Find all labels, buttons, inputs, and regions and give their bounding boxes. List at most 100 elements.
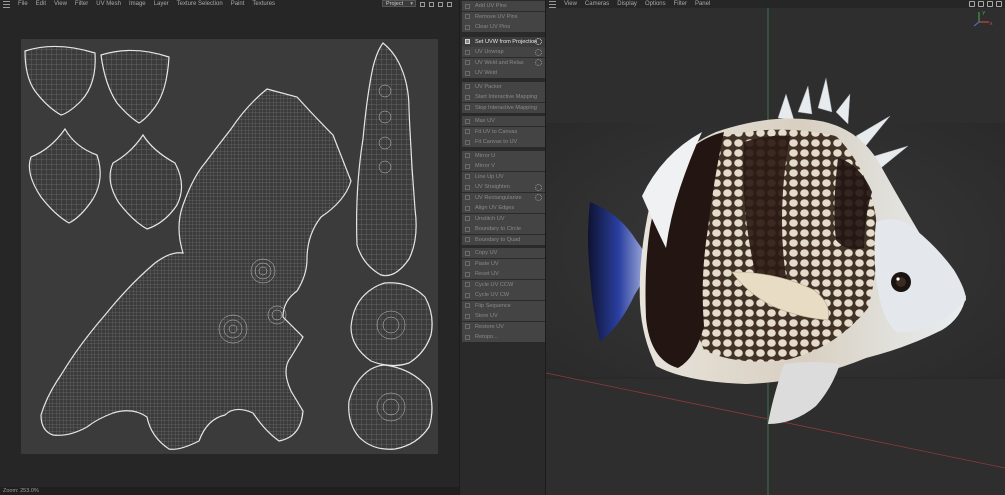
command-label: UV Rectangularize [475,194,522,201]
command-set-uvw-from-projection[interactable]: Set UVW from Projection [462,36,545,47]
menu-image[interactable]: Image [125,0,150,8]
command-boundary-to-circle[interactable]: Boundary to Circle [462,224,545,234]
command-icon [465,70,470,76]
command-label: Line Up UV [475,173,504,180]
command-icon [465,205,470,211]
move-view-icon[interactable] [969,1,975,7]
uv-island [40,88,352,450]
lock-icon[interactable] [438,1,443,7]
viewport-menu-cameras[interactable]: Cameras [581,0,613,8]
command-clear-uv-pins[interactable]: Clear UV Pins [462,22,545,32]
command-cycle-uv-cw[interactable]: Cycle UV CW [462,290,545,300]
command-uv-weld-and-relax[interactable]: UV Weld and Relax [462,57,545,68]
command-icon [465,237,470,242]
menu-edit[interactable]: Edit [32,0,50,8]
menu-layer[interactable]: Layer [150,0,173,8]
command-icon [465,303,470,308]
command-uv-unwrap[interactable]: UV Unwrap [462,47,545,57]
command-cycle-uv-ccw[interactable]: Cycle UV CCW [462,279,545,290]
project-select[interactable]: Project ▾ [382,0,416,7]
gizmo-y-label: Y [982,11,986,17]
zoom-view-icon[interactable] [978,1,984,7]
command-fit-uv-to-canvas[interactable]: Fit UV to Canvas [462,126,545,137]
command-label: Flip Sequence [475,302,511,309]
command-icon [465,282,470,287]
gear-icon[interactable] [535,38,542,45]
command-icon [465,334,470,340]
command-label: Store UV [475,313,498,319]
viewport-menu-panel[interactable]: Panel [691,0,714,8]
command-line-up-uv[interactable]: Line Up UV [462,171,545,182]
command-uv-weld[interactable]: UV Weld [462,68,545,78]
uv-commands-panel: Add UV Pins Remove UV Pins Clear UV Pins Se… [459,0,546,495]
viewport-nav-icons [969,0,1002,8]
settings-icon[interactable] [447,1,452,7]
layers-icon[interactable] [429,1,434,7]
3d-viewport[interactable]: Y x [546,8,1005,495]
command-uv-straighten[interactable]: UV Straighten [462,182,545,192]
rotate-view-icon[interactable] [987,1,993,7]
gear-icon[interactable] [535,48,542,56]
command-unstitch-uv[interactable]: Unstitch UV [462,213,545,224]
command-paste-uv[interactable]: Paste UV [462,258,545,269]
command-copy-uv[interactable]: Copy UV [462,248,545,258]
command-label: Restore UV [475,323,504,330]
maximize-view-icon[interactable] [996,1,1002,7]
command-reset-uv[interactable]: Reset UV [462,269,545,279]
command-icon [465,226,470,232]
command-stop-interactive-mapping[interactable]: Stop Interactive Mapping [462,102,545,113]
command-align-uv-edges[interactable]: Align UV Edges [462,203,545,213]
gear-icon[interactable] [535,183,542,191]
command-label: Boundary to Quad [475,236,521,243]
uv-canvas[interactable] [21,39,438,454]
command-flip-sequence[interactable]: Flip Sequence [462,300,545,311]
command-icon [465,271,470,277]
command-label: Copy UV [475,250,498,256]
command-icon [465,163,470,169]
command-icon [465,324,470,329]
command-icon [465,105,470,110]
viewport-menu-view[interactable]: View [560,0,581,8]
command-retopo[interactable]: Retopo... [462,332,545,342]
command-label: Retopo... [475,334,498,340]
viewport-menu-icon[interactable] [549,0,556,8]
command-boundary-to-quad[interactable]: Boundary to Quad [462,234,545,245]
command-restore-uv[interactable]: Restore UV [462,321,545,332]
texture-icon[interactable] [420,1,425,7]
panel-menu-icon[interactable] [3,0,10,8]
command-remove-uv-pins[interactable]: Remove UV Pins [462,11,545,22]
viewport-menu-filter[interactable]: Filter [670,0,691,8]
viewport-menu-display[interactable]: Display [613,0,641,8]
command-label: UV Weld [475,70,497,76]
menu-file[interactable]: File [14,0,32,8]
command-add-uv-pins[interactable]: Add UV Pins [462,1,545,11]
command-uv-rectangularize[interactable]: UV Rectangularize [462,192,545,203]
uv-island [100,49,170,124]
gear-icon[interactable] [535,194,542,201]
menu-texture-selection[interactable]: Texture Selection [173,0,227,8]
command-label: Mirror U [475,152,496,159]
command-store-uv[interactable]: Store UV [462,311,545,321]
menu-textures[interactable]: Textures [248,0,279,8]
command-icon [465,184,470,190]
command-icon [465,292,470,298]
command-icon [465,49,470,55]
command-mirror-v[interactable]: Mirror V [462,161,545,171]
menu-paint[interactable]: Paint [227,0,249,8]
menu-filter[interactable]: Filter [71,0,92,8]
command-start-interactive-mapping[interactable]: Start Interactive Mapping [462,92,545,102]
uv-mesh-layout [24,42,433,450]
command-label: Align UV Edges [475,205,515,211]
command-mirror-u[interactable]: Mirror U [462,150,545,161]
command-max-uv[interactable]: Max UV [462,116,545,126]
gear-icon[interactable] [535,59,542,66]
menu-view[interactable]: View [50,0,71,8]
command-icon [465,3,470,9]
command-uv-packer[interactable]: UV Packer [462,81,545,92]
command-icon [465,14,470,19]
command-label: Start Interactive Mapping [475,94,538,100]
viewport-menu-options[interactable]: Options [641,0,670,8]
menu-uv-mesh[interactable]: UV Mesh [92,0,125,8]
command-fit-canvas-to-uv[interactable]: Fit Canvas to UV [462,137,545,147]
command-label: Unstitch UV [475,215,505,222]
